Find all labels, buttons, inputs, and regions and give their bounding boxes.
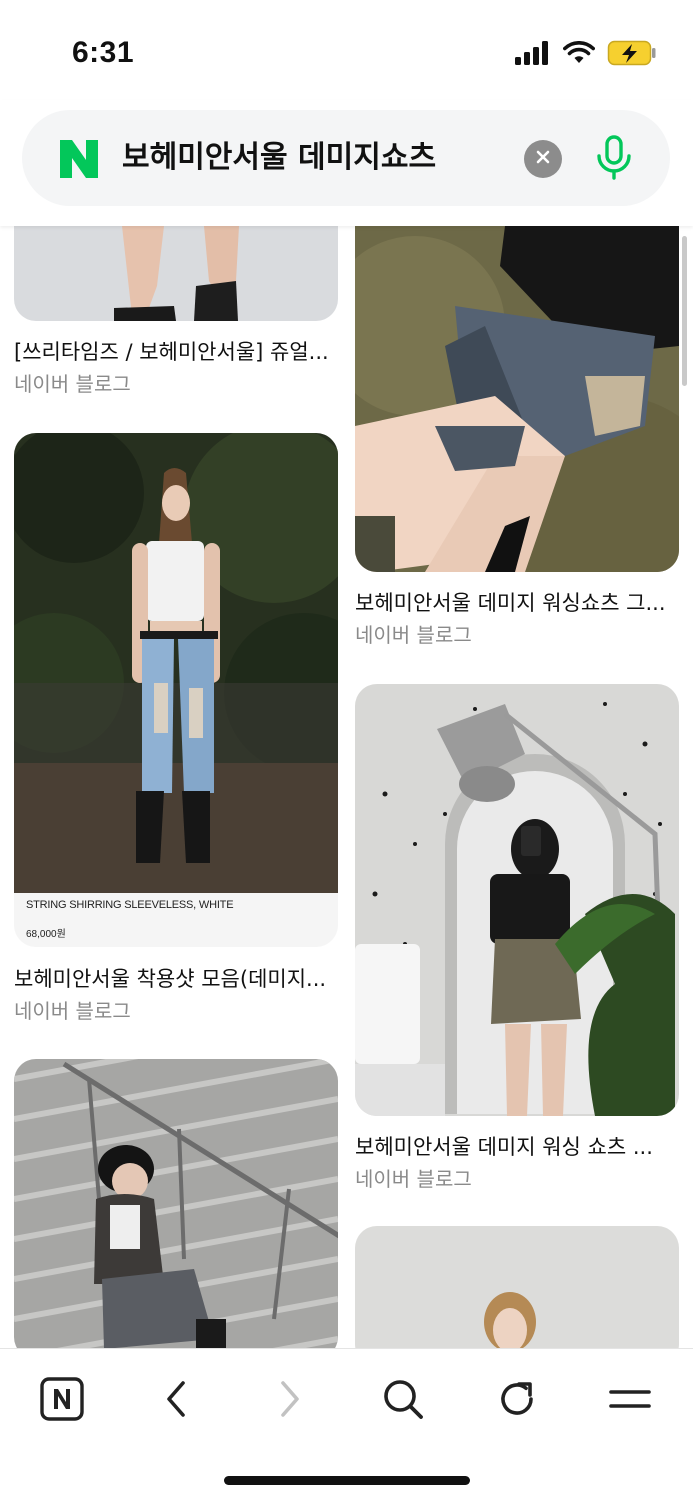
result-image[interactable] bbox=[355, 684, 679, 1116]
clear-button[interactable] bbox=[524, 140, 562, 178]
image-caption: STRING SHIRRING SLEEVELESS, WHITE bbox=[26, 899, 234, 911]
result-title[interactable]: 보헤미안서울 착용샷 모음(데미지... bbox=[14, 965, 354, 993]
result-source: 네이버 블로그 bbox=[355, 623, 472, 647]
search-bar[interactable]: 보헤미안서울 데미지쇼츠 bbox=[22, 110, 670, 206]
result-image[interactable] bbox=[355, 1226, 679, 1348]
refresh-button[interactable] bbox=[487, 1371, 547, 1431]
menu-button[interactable] bbox=[600, 1371, 660, 1431]
wifi-icon bbox=[563, 41, 595, 69]
naver-home-button[interactable] bbox=[32, 1371, 92, 1431]
search-header: 보헤미안서울 데미지쇼츠 bbox=[0, 100, 693, 226]
result-title[interactable]: [쓰리타임즈 / 보헤미안서울] 쥬얼... bbox=[14, 338, 354, 366]
result-title[interactable]: 보헤미안서울 데미지 워싱쇼츠 그... bbox=[355, 589, 693, 617]
search-icon bbox=[381, 1377, 425, 1425]
status-icons bbox=[515, 40, 657, 70]
refresh-icon bbox=[495, 1377, 539, 1425]
naver-home-icon bbox=[40, 1377, 84, 1425]
search-button[interactable] bbox=[373, 1371, 433, 1431]
result-image[interactable] bbox=[14, 226, 338, 321]
forward-icon bbox=[275, 1379, 305, 1423]
home-indicator[interactable] bbox=[224, 1476, 470, 1485]
back-icon bbox=[161, 1379, 191, 1423]
naver-logo-icon[interactable] bbox=[58, 138, 100, 180]
image-price: 68,000원 bbox=[26, 929, 66, 940]
result-source: 네이버 블로그 bbox=[14, 999, 131, 1023]
image-results-feed[interactable]: [쓰리타임즈 / 보헤미안서울] 쥬얼... 네이버 블로그 STRING SH… bbox=[0, 226, 693, 1348]
voice-search-button[interactable] bbox=[592, 132, 636, 188]
result-source: 네이버 블로그 bbox=[14, 372, 131, 396]
result-title[interactable]: 보헤미안서울 데미지 워싱 쇼츠 ... bbox=[355, 1133, 693, 1161]
result-image[interactable]: STRING SHIRRING SLEEVELESS, WHITE 68,000… bbox=[14, 433, 338, 947]
battery-charging-icon bbox=[607, 40, 657, 70]
microphone-icon bbox=[594, 134, 634, 186]
status-bar: 6:31 bbox=[0, 0, 693, 100]
signal-icon bbox=[515, 41, 551, 69]
back-button[interactable] bbox=[146, 1371, 206, 1431]
result-image[interactable] bbox=[355, 226, 679, 572]
status-time: 6:31 bbox=[72, 36, 135, 69]
menu-icon bbox=[608, 1384, 652, 1418]
forward-button[interactable] bbox=[260, 1371, 320, 1431]
result-image[interactable] bbox=[14, 1059, 338, 1348]
result-source: 네이버 블로그 bbox=[355, 1167, 472, 1191]
clear-icon bbox=[535, 149, 551, 169]
search-input[interactable]: 보헤미안서울 데미지쇼츠 bbox=[122, 138, 436, 178]
scroll-indicator[interactable] bbox=[682, 236, 687, 386]
